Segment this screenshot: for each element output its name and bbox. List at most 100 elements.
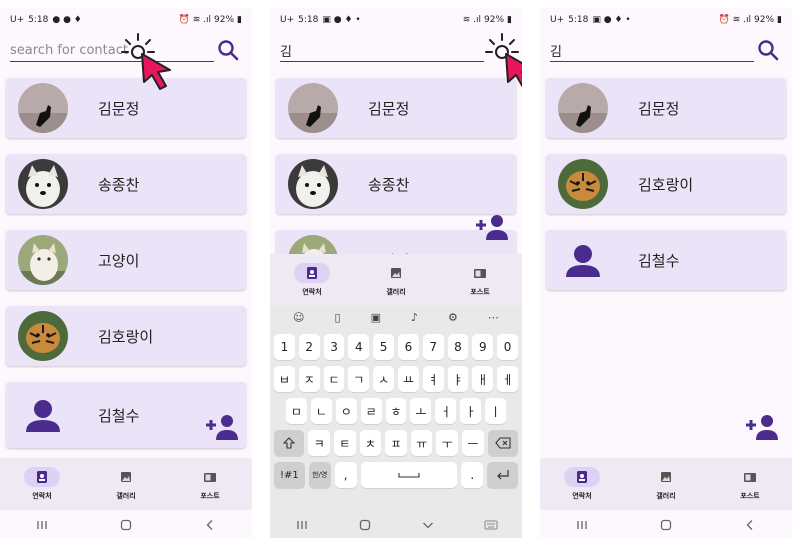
key[interactable]: ㅋ [308,430,330,456]
contact-card[interactable]: 송종찬 [6,154,246,214]
tab-contacts-label: 연락처 [302,288,322,296]
key[interactable]: 7 [422,334,444,360]
key[interactable]: 1 [274,334,295,360]
key[interactable]: ㅇ [335,398,357,424]
carrier-label: U+ [550,15,565,25]
key[interactable]: 9 [472,334,494,360]
contact-card[interactable]: 김문정 [276,78,516,138]
recent-apps-button[interactable] [282,515,322,535]
contact-name: 김문정 [638,99,680,118]
key[interactable]: 6 [398,334,419,360]
key[interactable]: ㅓ [435,398,457,424]
backspace-key[interactable] [487,430,518,456]
key[interactable]: ㅈ [298,366,320,392]
tab-gallery[interactable]: 갤러리 [631,467,701,501]
comma-key[interactable]: , [334,462,357,488]
translate-icon[interactable]: ▣ [371,311,381,324]
phone-screen-3: U+5:18▣ ● ♦ • ⏰ ≋ .ıl92%▮ 김문정 김호랑이 김철수 연… [540,8,792,538]
key[interactable]: ㅑ [447,366,469,392]
key[interactable]: 3 [323,334,345,360]
contact-card[interactable]: 고양이 [6,230,246,290]
tiger-photo-avatar [18,311,68,361]
contact-card[interactable]: 김호랑이 [546,154,786,214]
key[interactable]: ㅕ [422,366,444,392]
key[interactable]: 2 [298,334,320,360]
home-button[interactable] [106,515,146,535]
contact-name: 김호랑이 [638,175,694,194]
key[interactable]: ㄴ [310,398,332,424]
search-icon[interactable] [216,38,240,62]
contact-card[interactable]: 김문정 [546,78,786,138]
status-bar: U+ 5:18 ▣ ● ♦ • ⏰ ≋ .ıl 92% ▮ [540,8,792,32]
key[interactable]: 5 [373,334,394,360]
microphone-icon[interactable]: ♪ [411,311,418,324]
key[interactable]: ㅜ [436,430,459,456]
key[interactable]: ㅔ [497,366,518,392]
tab-post[interactable]: 포스트 [715,467,785,501]
search-input[interactable] [10,40,214,62]
emoji-icon[interactable]: ☺ [293,311,304,324]
add-contact-icon[interactable] [744,412,780,442]
add-contact-icon[interactable] [204,412,240,442]
hide-keyboard-button[interactable] [408,515,448,535]
tab-contacts[interactable]: 연락처 [7,467,77,501]
clipboard-icon[interactable]: ▯ [334,311,340,324]
key[interactable]: 0 [497,334,518,360]
search-input[interactable] [280,40,484,62]
bottom-nav: 연락처 갤러리 포스트 [0,458,252,510]
cat-photo-avatar [288,83,338,133]
key[interactable]: ㅡ [462,430,484,456]
language-key[interactable]: 한/영 [308,462,331,488]
recent-apps-button[interactable] [22,515,62,535]
key[interactable]: ㅅ [373,366,394,392]
key[interactable]: ㅛ [398,366,419,392]
home-button[interactable] [646,515,686,535]
back-button[interactable] [190,515,230,535]
add-contact-icon[interactable] [474,212,510,242]
key[interactable]: ㅏ [460,398,482,424]
onscreen-keyboard: ☺ ▯ ▣ ♪ ⚙ ⋯ 1 2 3 4 5 6 7 8 9 0 ㅂ ㅈ ㄷ ㄱ … [270,306,522,512]
key[interactable]: ㄱ [348,366,370,392]
key[interactable]: ㅌ [333,430,356,456]
key[interactable]: ㅎ [385,398,407,424]
period-key[interactable]: . [461,462,484,488]
settings-icon[interactable]: ⚙ [448,311,458,324]
enter-key[interactable] [487,462,518,488]
key[interactable]: ㅗ [410,398,432,424]
key[interactable]: ㅠ [410,430,433,456]
tab-post[interactable]: 포스트 [445,263,515,297]
search-input[interactable] [550,40,754,62]
key[interactable]: ㅊ [359,430,382,456]
pointer-cursor-icon [121,33,171,90]
key[interactable]: ㄷ [323,366,345,392]
tab-gallery[interactable]: 갤러리 [91,467,161,501]
keyboard-switch-icon[interactable] [471,515,511,535]
key[interactable]: ㅂ [274,366,295,392]
more-icon[interactable]: ⋯ [488,311,499,324]
key[interactable]: ㅐ [472,366,494,392]
key[interactable]: ㅍ [385,430,407,456]
person-icon [18,390,68,440]
signal-icons: ⏰ ≋ .ıl [178,15,212,25]
key[interactable]: ㄹ [360,398,382,424]
symbols-key[interactable]: !#1 [274,462,305,488]
key[interactable]: ㅣ [485,398,507,424]
tab-post[interactable]: 포스트 [175,467,245,501]
space-key[interactable] [360,462,458,488]
key[interactable]: ㅁ [286,398,307,424]
contact-card[interactable]: 김호랑이 [6,306,246,366]
shift-key[interactable] [274,430,305,456]
key[interactable]: 8 [447,334,469,360]
back-button[interactable] [730,515,770,535]
tab-gallery[interactable]: 갤러리 [361,263,431,297]
tab-contacts[interactable]: 연락처 [277,263,347,297]
home-button[interactable] [345,515,385,535]
contact-card[interactable]: 송종찬 [276,154,516,214]
key[interactable]: 4 [348,334,370,360]
recent-apps-button[interactable] [562,515,602,535]
tab-gallery-label: 갤러리 [656,492,676,500]
search-icon[interactable] [756,38,780,62]
contacts-tab-icon [564,467,600,487]
contact-card[interactable]: 김철수 [546,230,786,290]
tab-contacts[interactable]: 연락처 [547,467,617,501]
